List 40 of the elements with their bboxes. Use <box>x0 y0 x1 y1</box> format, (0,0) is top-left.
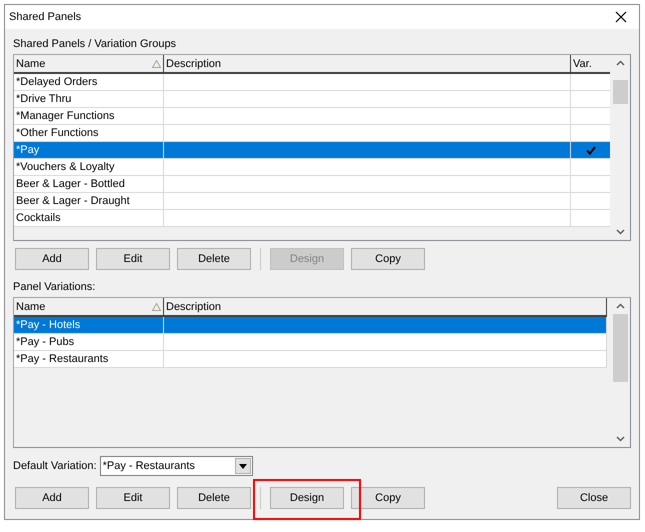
table-row[interactable]: *Pay - Restaurants <box>14 351 607 368</box>
action-button[interactable]: Edit <box>96 487 170 509</box>
section-label: Shared Panels / Variation Groups <box>13 37 178 51</box>
action-button[interactable]: Add <box>15 487 89 509</box>
scroll-up-icon[interactable] <box>616 60 625 66</box>
sort-ascending-icon <box>152 302 161 310</box>
checkmark-icon <box>586 146 596 154</box>
table-row[interactable]: Beer & Lager - Draught <box>14 193 610 210</box>
action-button[interactable]: Edit <box>96 248 170 270</box>
table-row[interactable]: *Vouchers & Loyalty <box>14 159 610 176</box>
column-header[interactable]: Name <box>14 298 164 315</box>
scroll-thumb[interactable] <box>613 80 628 104</box>
column-header[interactable]: Description <box>164 298 607 315</box>
sort-ascending-icon <box>152 60 161 68</box>
table-row[interactable]: *Other Functions <box>14 125 610 142</box>
column-header[interactable]: Description <box>164 55 571 72</box>
scroll-up-icon[interactable] <box>616 303 625 309</box>
action-button[interactable]: Copy <box>351 487 425 509</box>
table-row[interactable]: *Pay - Pubs <box>14 334 607 351</box>
table-row[interactable]: Cocktails <box>14 210 610 227</box>
action-button[interactable]: Copy <box>351 248 425 270</box>
scroll-down-icon[interactable] <box>616 229 625 235</box>
column-header[interactable]: Name <box>14 55 164 72</box>
action-button[interactable]: Add <box>15 248 89 270</box>
close-button[interactable]: Close <box>557 487 631 509</box>
table-row[interactable]: *Drive Thru <box>14 91 610 108</box>
table-row[interactable]: Beer & Lager - Bottled <box>14 176 610 193</box>
section-label: Panel Variations: <box>13 280 96 294</box>
table-row[interactable]: *Pay - Hotels <box>14 317 607 334</box>
action-button[interactable]: Design <box>270 487 344 509</box>
table-row[interactable]: *Pay <box>14 142 610 159</box>
window-title: Shared Panels <box>9 11 82 23</box>
table-row[interactable]: *Delayed Orders <box>14 74 610 91</box>
action-button[interactable]: Delete <box>177 487 251 509</box>
action-button[interactable]: Delete <box>177 248 251 270</box>
scroll-down-icon[interactable] <box>616 436 625 442</box>
field-label: Default Variation: <box>13 459 97 473</box>
dropdown-field[interactable]: *Pay - Restaurants <box>100 456 253 476</box>
scroll-thumb[interactable] <box>613 314 628 382</box>
table-row[interactable]: *Manager Functions <box>14 108 610 125</box>
